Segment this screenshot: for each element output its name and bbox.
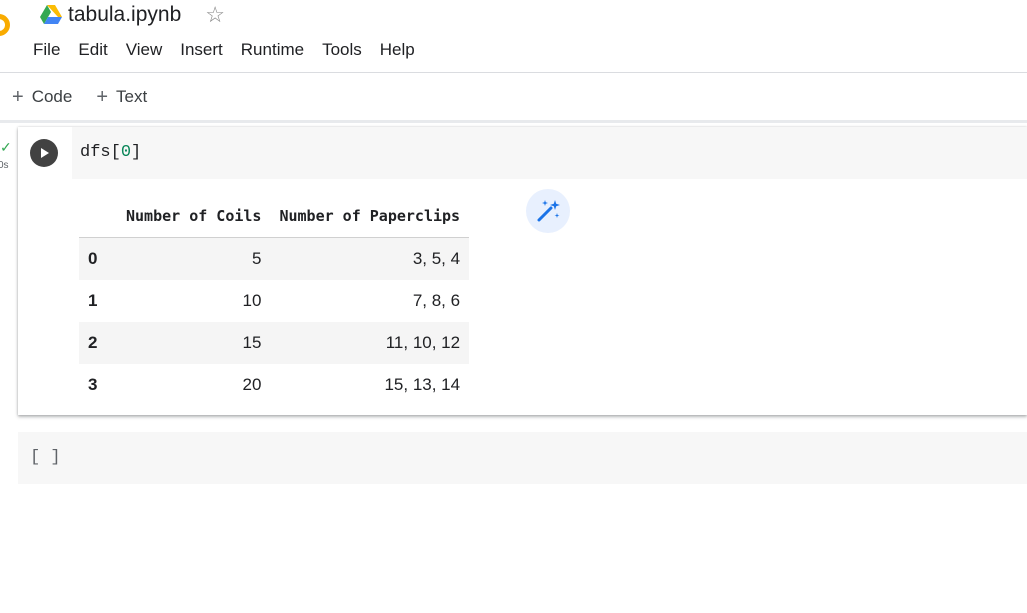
menu-tools[interactable]: Tools (322, 40, 362, 64)
code-line: dfs[0] (80, 143, 142, 162)
row-index: 1 (88, 290, 98, 310)
menu-edit[interactable]: Edit (78, 40, 107, 64)
magic-wand-button[interactable] (526, 189, 570, 233)
code-cell[interactable]: dfs[0] Number of Coils Number of Papercl… (18, 127, 1027, 415)
menu-file[interactable]: File (33, 40, 60, 64)
add-code-label: Code (31, 87, 73, 106)
run-cell-button[interactable] (30, 139, 58, 167)
row-index: 0 (88, 248, 98, 268)
table-header-row: Number of Coils Number of Paperclips (79, 197, 470, 238)
table-row: 1 10 7, 8, 6 (79, 280, 469, 322)
notebook-title[interactable]: tabula.ipynb (68, 3, 181, 27)
google-drive-icon (40, 5, 62, 24)
index-header (79, 197, 117, 238)
execution-count: [ ] (30, 448, 61, 467)
colab-logo[interactable] (0, 14, 10, 36)
add-code-button[interactable]: + Code (12, 86, 72, 109)
execution-time: 0s (0, 160, 9, 171)
menu-bar: File Edit View Insert Runtime Tools Help (33, 40, 433, 64)
play-icon (41, 148, 49, 158)
table-row: 0 5 3, 5, 4 (79, 237, 470, 280)
cell-coils: 20 (242, 374, 262, 394)
cell-paperclips: 3, 5, 4 (412, 248, 461, 268)
cell-paperclips: 7, 8, 6 (412, 290, 461, 310)
add-text-label: Text (116, 87, 148, 106)
cell-coils: 10 (242, 290, 262, 310)
toolbar-divider (0, 120, 1027, 123)
menu-insert[interactable]: Insert (180, 40, 223, 64)
table-row: 2 15 11, 10, 12 (79, 321, 470, 364)
cell-coils: 15 (242, 332, 262, 352)
row-index: 2 (88, 332, 98, 352)
toolbar: + Code + Text (12, 85, 171, 109)
cell-coils: 5 (252, 248, 262, 268)
empty-code-cell[interactable]: [ ] (18, 432, 1027, 484)
magic-wand-icon (537, 200, 560, 222)
star-icon[interactable]: ☆ (205, 4, 225, 26)
title-bar: tabula.ipynb ☆ (40, 2, 225, 28)
menu-view[interactable]: View (126, 40, 163, 64)
cell-gutter (18, 127, 72, 179)
cell-paperclips: 11, 10, 12 (385, 332, 461, 352)
table-row: 3 20 15, 13, 14 (79, 364, 469, 406)
menu-runtime[interactable]: Runtime (241, 40, 304, 64)
cell-paperclips: 15, 13, 14 (384, 374, 461, 394)
row-index: 3 (88, 374, 98, 394)
add-text-button[interactable]: + Text (96, 86, 147, 109)
plus-icon: + (96, 85, 109, 108)
plus-icon: + (12, 85, 24, 108)
menu-help[interactable]: Help (380, 40, 415, 64)
header-divider (0, 72, 1027, 73)
check-icon: ✓ (0, 139, 12, 155)
cell-output: Number of Coils Number of Paperclips 0 5… (72, 179, 1027, 415)
column-header-coils: Number of Coils (117, 197, 271, 238)
column-header-paperclips: Number of Paperclips (270, 197, 470, 238)
dataframe-table: Number of Coils Number of Paperclips 0 5… (79, 197, 470, 406)
code-editor[interactable]: dfs[0] (72, 127, 1027, 179)
